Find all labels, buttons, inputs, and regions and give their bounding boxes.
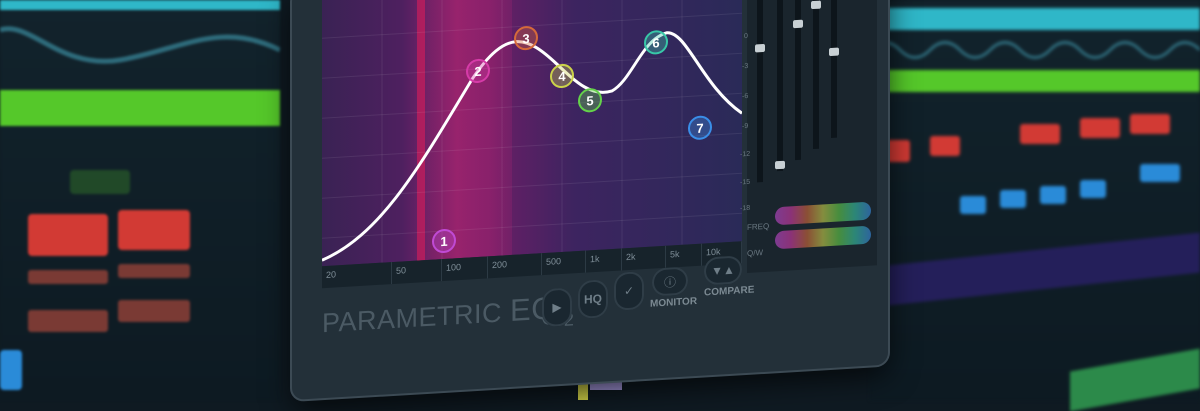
orange-slider-4[interactable] xyxy=(118,300,190,322)
fader-knob-4[interactable] xyxy=(811,0,821,10)
freq-label: 5k xyxy=(666,243,702,268)
hq-label: HQ xyxy=(584,291,602,307)
gain-fader-5[interactable] xyxy=(831,0,837,138)
freq-label: 1k xyxy=(586,248,622,273)
blue-pad-left[interactable] xyxy=(0,350,22,390)
cyan-track-bar xyxy=(0,0,280,10)
blue-pad-r2[interactable] xyxy=(1000,190,1026,208)
waveform-right xyxy=(870,41,1200,59)
meter-tick: -6 xyxy=(742,92,749,101)
parametric-eq-panel: 1 2 3 4 5 6 7 20 50 100 200 500 1k 2k 5k… xyxy=(292,0,888,401)
eq-graph[interactable]: 1 2 3 4 5 6 7 xyxy=(322,0,742,267)
check-icon: ✓ xyxy=(623,283,635,299)
fader-knob-3[interactable] xyxy=(793,19,803,29)
freq-knob-row[interactable] xyxy=(775,201,871,226)
red-pad-r4[interactable] xyxy=(1080,118,1120,138)
freq-label: 100 xyxy=(442,256,488,282)
hq-button[interactable]: HQ xyxy=(578,279,608,320)
purple-track-lane xyxy=(870,232,1200,308)
green-track-bar xyxy=(0,90,280,126)
check-button[interactable]: ✓ xyxy=(614,271,644,311)
green-track-bar-right xyxy=(870,70,1200,92)
red-pad-2[interactable] xyxy=(118,210,190,250)
meter-tick: -12 xyxy=(740,150,751,159)
fader-knob-5[interactable] xyxy=(829,47,839,57)
meter-tick: -18 xyxy=(740,204,751,213)
info-icon: ⓘ xyxy=(663,274,676,290)
red-pad-1[interactable] xyxy=(28,214,108,256)
gain-fader-4[interactable] xyxy=(813,0,819,150)
blue-pad-r4[interactable] xyxy=(1080,180,1106,198)
freq-label: 200 xyxy=(488,253,542,279)
cyan-track-bar-right xyxy=(870,8,1200,30)
play-button[interactable]: ▶ xyxy=(542,287,572,328)
meter-tick: -3 xyxy=(742,62,749,71)
freq-label: 50 xyxy=(392,259,442,285)
qw-knob-row[interactable] xyxy=(775,225,871,250)
blue-pad-r1[interactable] xyxy=(960,196,986,214)
monitor-label: MONITOR xyxy=(650,295,698,310)
meter-tick: -9 xyxy=(742,122,749,131)
blue-pad-r5[interactable] xyxy=(1140,164,1180,182)
brand-title: PARAMETRIC EQ 2 xyxy=(322,289,574,340)
meter-tick: -15 xyxy=(740,178,751,187)
fader-knob-1[interactable] xyxy=(755,43,765,53)
meter-area: 0 -3 -6 -9 -12 -15 -18 FREQ Q/W xyxy=(740,0,877,273)
play-icon: ▶ xyxy=(552,299,562,315)
daw-left-background xyxy=(0,0,280,400)
green-led-cluster xyxy=(70,170,130,194)
fader-knob-2[interactable] xyxy=(775,160,785,170)
green-strip-bottom xyxy=(1070,348,1200,411)
meter-tick: 0 xyxy=(744,32,748,41)
brand-main: PARAMETRIC xyxy=(322,297,503,339)
monitor-toggle[interactable]: ⓘ xyxy=(652,266,688,297)
orange-slider-3[interactable] xyxy=(28,310,108,332)
orange-slider-1[interactable] xyxy=(28,270,108,284)
freq-label: 2k xyxy=(622,245,666,271)
freq-row-label: FREQ xyxy=(747,221,770,232)
compare-toggle[interactable]: ▼▲ xyxy=(704,255,742,286)
compare-label: COMPARE xyxy=(704,284,755,299)
daw-right-background xyxy=(870,0,1200,411)
timeline-marker-4 xyxy=(590,382,622,390)
orange-slider-2[interactable] xyxy=(118,264,190,278)
blue-pad-r3[interactable] xyxy=(1040,186,1066,204)
compare-arrows-icon: ▼▲ xyxy=(711,262,735,279)
red-pad-r5[interactable] xyxy=(1130,114,1170,134)
red-pad-r2[interactable] xyxy=(930,136,960,156)
waveform-left xyxy=(0,26,280,64)
freq-label: 500 xyxy=(542,250,586,276)
gain-fader-1[interactable] xyxy=(757,0,763,183)
red-pad-r3[interactable] xyxy=(1020,124,1060,144)
gain-fader-2[interactable] xyxy=(777,0,783,172)
qw-row-label: Q/W xyxy=(747,248,763,258)
